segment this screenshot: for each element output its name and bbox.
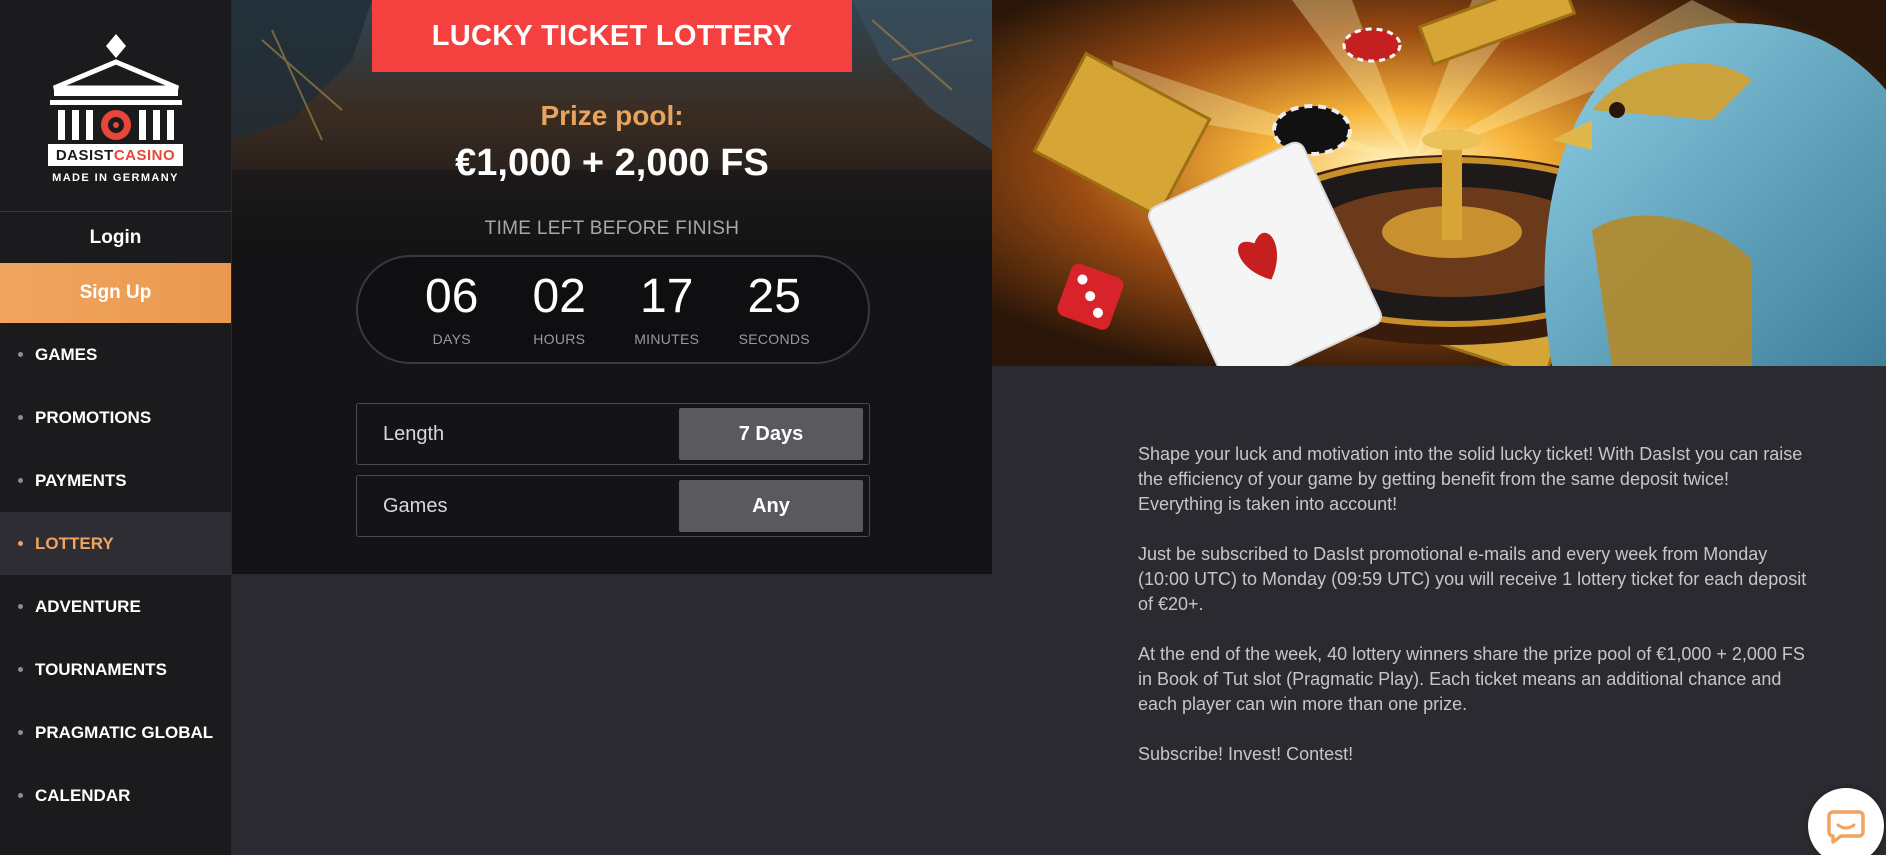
nav-item-label: TOURNAMENTS <box>35 659 167 679</box>
prize-pool-label: Prize pool: <box>540 100 684 131</box>
nav-item-lottery[interactable]: LOTTERY <box>0 512 231 575</box>
countdown-minutes: 17 MINUTES <box>617 270 717 347</box>
info-value: Any <box>679 480 863 532</box>
bullet-icon <box>18 352 23 357</box>
time-left-label: TIME LEFT BEFORE FINISH <box>484 218 740 239</box>
nav-item-label: LOTTERY <box>35 533 114 553</box>
nav-item-label: GAMES <box>35 344 98 364</box>
nav-item-games[interactable]: GAMES <box>0 323 231 386</box>
bullet-icon <box>18 667 23 672</box>
bullet-icon <box>18 730 23 735</box>
countdown-label: DAYS <box>432 330 471 347</box>
lottery-description: Shape your luck and motivation into the … <box>1138 442 1818 792</box>
casino-roulette-griffin-image <box>992 0 1886 366</box>
live-chat-button[interactable] <box>1808 788 1884 855</box>
info-key: Games <box>383 494 448 517</box>
prize-pool-value: €1,000 + 2,000 FS <box>455 142 769 184</box>
nav-item-adventure[interactable]: ADVENTURE <box>0 575 231 638</box>
info-row-games: Games Any <box>356 475 870 537</box>
brand-name-part1: DASIST <box>55 146 114 164</box>
nav-item-label: PROMOTIONS <box>35 407 152 427</box>
countdown-hours: 02 HOURS <box>509 270 609 347</box>
countdown-value: 02 <box>532 270 586 324</box>
bullet-icon <box>18 541 23 546</box>
sidebar: DASISTCASINO MADE IN GERMANY Login Sign … <box>0 0 232 855</box>
description-paragraph: Subscribe! Invest! Contest! <box>1138 744 1354 764</box>
countdown-label: SECONDS <box>738 330 810 347</box>
info-key: Length <box>383 422 445 445</box>
countdown-label: HOURS <box>533 330 586 347</box>
nav-item-pragmatic-global[interactable]: PRAGMATIC GLOBAL <box>0 701 231 764</box>
countdown-label: MINUTES <box>634 330 700 347</box>
countdown-value: 25 <box>747 270 801 324</box>
brand-tagline: MADE IN GERMANY <box>52 171 179 184</box>
bullet-icon <box>18 478 23 483</box>
login-button[interactable]: Login <box>0 212 231 263</box>
nav-item-promotions[interactable]: PROMOTIONS <box>0 386 231 449</box>
chat-bubble-icon <box>1827 810 1865 844</box>
brand-name-part2: CASINO <box>113 146 176 164</box>
lottery-title: LUCKY TICKET LOTTERY <box>372 0 852 72</box>
countdown-value: 17 <box>640 270 694 324</box>
info-row-length: Length 7 Days <box>356 403 870 465</box>
brand-wordmark: DASISTCASINO <box>47 143 184 166</box>
description-paragraph: Just be subscribed to DasIst promotional… <box>1138 544 1807 614</box>
description-paragraph: Shape your luck and motivation into the … <box>1138 444 1803 514</box>
lottery-panel: LUCKY TICKET LOTTERY Prize pool: €1,000 … <box>232 0 992 574</box>
countdown-days: 06 DAYS <box>402 270 502 347</box>
countdown-timer: 06 DAYS 02 HOURS 17 MINUTES 25 SECONDS <box>356 255 870 364</box>
main-nav: GAMES PROMOTIONS PAYMENTS LOTTERY ADVENT… <box>0 323 231 827</box>
nav-item-tournaments[interactable]: TOURNAMENTS <box>0 638 231 701</box>
info-value: 7 Days <box>679 408 863 460</box>
nav-item-label: PRAGMATIC GLOBAL <box>35 722 214 742</box>
casino-building-icon <box>49 33 182 140</box>
description-paragraph: At the end of the week, 40 lottery winne… <box>1138 644 1805 714</box>
bullet-icon <box>18 415 23 420</box>
signup-button[interactable]: Sign Up <box>0 263 231 323</box>
nav-item-payments[interactable]: PAYMENTS <box>0 449 231 512</box>
bullet-icon <box>18 793 23 798</box>
nav-item-label: ADVENTURE <box>35 596 141 616</box>
countdown-value: 06 <box>425 270 479 324</box>
nav-item-calendar[interactable]: CALENDAR <box>0 764 231 827</box>
brand-logo[interactable]: DASISTCASINO MADE IN GERMANY <box>0 0 231 212</box>
nav-item-label: CALENDAR <box>35 785 131 805</box>
nav-item-label: PAYMENTS <box>35 470 127 490</box>
hero-illustration <box>992 0 1886 366</box>
countdown-seconds: 25 SECONDS <box>724 270 824 347</box>
bullet-icon <box>18 604 23 609</box>
